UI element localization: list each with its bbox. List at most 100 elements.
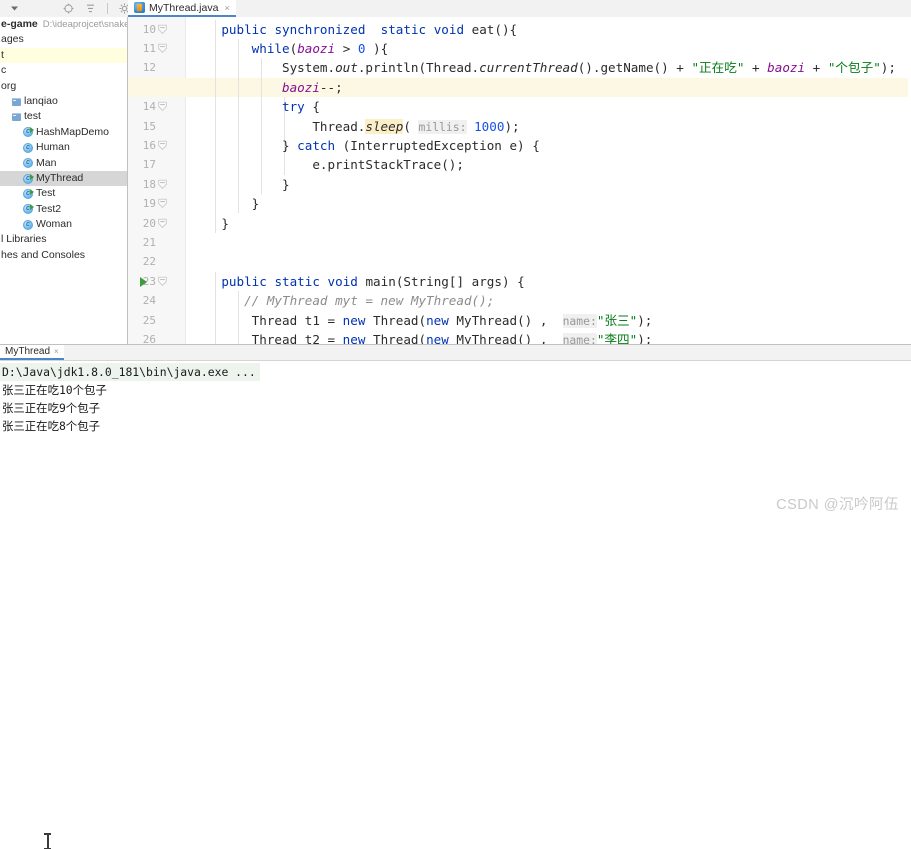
gutter-row[interactable]: 11 [128, 39, 186, 58]
folder-icon [12, 113, 21, 122]
console-output-line: 张三正在吃8个包子 [2, 419, 100, 433]
gutter-row[interactable]: 22 [128, 252, 186, 271]
sidebar-item-label: e-game [1, 18, 38, 30]
sidebar-item-label: Test [36, 187, 56, 200]
code-line: Thread t1 = new Thread(new MyThread() , … [191, 312, 653, 328]
sidebar-item-label: org [1, 79, 17, 92]
sidebar-item-org[interactable]: org [0, 79, 127, 94]
sidebar-item-label: l Libraries [1, 233, 47, 246]
close-icon[interactable]: × [224, 3, 229, 13]
sidebar-item-c[interactable]: c [0, 63, 127, 78]
java-file-icon [134, 2, 145, 13]
runnable-class-icon: c [23, 188, 34, 199]
gutter-row[interactable]: 25 [128, 311, 186, 330]
run-gutter-icon[interactable] [140, 276, 147, 287]
project-tree[interactable]: e-gameD:\ideaprojcet\snake-gameagestcorg… [0, 17, 127, 263]
sidebar-item-label: test [24, 110, 41, 123]
sidebar-item-label: t [1, 48, 4, 61]
sidebar-item-ages[interactable]: ages [0, 32, 127, 47]
line-number: 24 [142, 294, 156, 308]
console-command-line: D:\Java\jdk1.8.0_181\bin\java.exe ... [0, 363, 260, 381]
code-fold-toggle-icon[interactable] [157, 276, 168, 287]
editor-tab-mythread[interactable]: MyThread.java × [128, 0, 236, 17]
gutter-row[interactable]: 19 [128, 194, 186, 213]
code-line: } [191, 196, 260, 212]
runnable-class-icon: c [23, 204, 34, 215]
sidebar-item-hes-and-consoles[interactable]: hes and Consoles [0, 248, 127, 263]
code-fold-toggle-icon[interactable] [157, 24, 168, 35]
line-number: 19 [142, 197, 156, 211]
collapse-all-icon[interactable] [85, 3, 96, 14]
code-line: public static void main(String[] args) { [221, 273, 525, 289]
sidebar-item-woman[interactable]: c Woman [0, 217, 127, 232]
sidebar-item-label: Man [36, 156, 57, 169]
editor-tab-strip: MyThread.java × [128, 0, 911, 17]
line-number: 16 [142, 138, 156, 152]
top-toolbar: MyThread.java × [0, 0, 911, 18]
sidebar-item-lanqiao[interactable]: lanqiao [0, 94, 127, 109]
code-fold-toggle-icon[interactable] [157, 43, 168, 54]
code-fold-toggle-icon[interactable] [157, 198, 168, 209]
gutter-row[interactable]: 20 [128, 214, 186, 233]
sidebar-item-hashmapdemo[interactable]: c HashMapDemo [0, 125, 127, 140]
sidebar-item-label: MyThread [36, 171, 84, 184]
sidebar-item-label: hes and Consoles [1, 248, 86, 261]
line-number: 18 [142, 177, 156, 191]
gutter-row[interactable]: 21 [128, 233, 186, 252]
sidebar-dropdown-icon[interactable] [10, 4, 19, 13]
code-fold-toggle-icon[interactable] [157, 218, 168, 229]
console-output[interactable]: D:\Java\jdk1.8.0_181\bin\java.exe ... 张三正… [0, 363, 911, 435]
line-number: 22 [142, 255, 156, 269]
sidebar-item-e-game[interactable]: e-game D:\ideaprojcet\snake-game [0, 17, 127, 32]
gutter-row[interactable]: 18 [128, 175, 186, 194]
gutter-row[interactable]: 12 [128, 58, 186, 77]
line-number: 14 [142, 100, 156, 114]
gutter-row[interactable]: 17 [128, 155, 186, 174]
console-command-wrap: D:\Java\jdk1.8.0_181\bin\java.exe ... [0, 363, 911, 381]
sidebar-item-human[interactable]: c Human [0, 140, 127, 155]
runnable-class-icon: c [23, 173, 34, 184]
gutter-row[interactable]: 23 [128, 272, 186, 291]
gutter-row[interactable]: 10 [128, 20, 186, 39]
project-tree-panel[interactable]: e-gameD:\ideaprojcet\snake-gameagestcorg… [0, 17, 128, 344]
editor-tab-label: MyThread.java [149, 1, 219, 14]
line-number: 15 [142, 119, 156, 133]
code-fold-toggle-icon[interactable] [157, 179, 168, 190]
gutter-row[interactable]: 24 [128, 291, 186, 310]
gutter-row[interactable]: 16 [128, 136, 186, 155]
code-line: } [191, 215, 229, 231]
code-line: Thread.sleep( millis: 1000); [191, 118, 520, 134]
console-output-line: 张三正在吃10个包子 [2, 383, 107, 397]
runnable-class-icon: c [23, 127, 34, 138]
sidebar-item-l-libraries[interactable]: l Libraries [0, 232, 127, 247]
line-number: 11 [142, 41, 156, 55]
gutter-row[interactable]: 26 [128, 330, 186, 344]
run-console-panel: MyThread × D:\Java\jdk1.8.0_181\bin\java… [0, 344, 911, 849]
sidebar-item-label: Test2 [36, 202, 62, 215]
sidebar-item-test[interactable]: test [0, 109, 127, 124]
sidebar-item-t[interactable]: t [0, 47, 127, 64]
code-text-area[interactable]: public synchronized static void eat(){ w… [128, 17, 911, 344]
gutter-row[interactable]: 14 [128, 97, 186, 116]
code-editor[interactable]: 1011121314151617181920212223242526 publi… [128, 17, 911, 344]
code-line: } [191, 176, 290, 192]
sidebar-item-test2[interactable]: c Test2 [0, 202, 127, 217]
locate-file-icon[interactable] [63, 3, 74, 14]
line-number: 12 [142, 61, 156, 75]
line-number: 17 [142, 158, 156, 172]
sidebar-item-test[interactable]: c Test [0, 186, 127, 201]
idea-window: MyThread.java × e-game D:\ideaprojcet\sna… [0, 0, 911, 849]
console-close-icon[interactable]: × [54, 347, 59, 356]
code-fold-toggle-icon[interactable] [157, 101, 168, 112]
class-icon: c [23, 219, 33, 230]
gutter-row[interactable]: 15 [128, 117, 186, 136]
sidebar-item-man[interactable]: c Man [0, 156, 127, 171]
line-number: 10 [142, 22, 156, 36]
console-tab-mythread[interactable]: MyThread × [0, 345, 64, 360]
class-icon: c [23, 142, 33, 153]
sidebar-item-label: Woman [36, 218, 72, 231]
line-number: 25 [142, 313, 156, 327]
code-fold-toggle-icon[interactable] [157, 140, 168, 151]
sidebar-item-mythread[interactable]: c MyThread [0, 170, 127, 187]
